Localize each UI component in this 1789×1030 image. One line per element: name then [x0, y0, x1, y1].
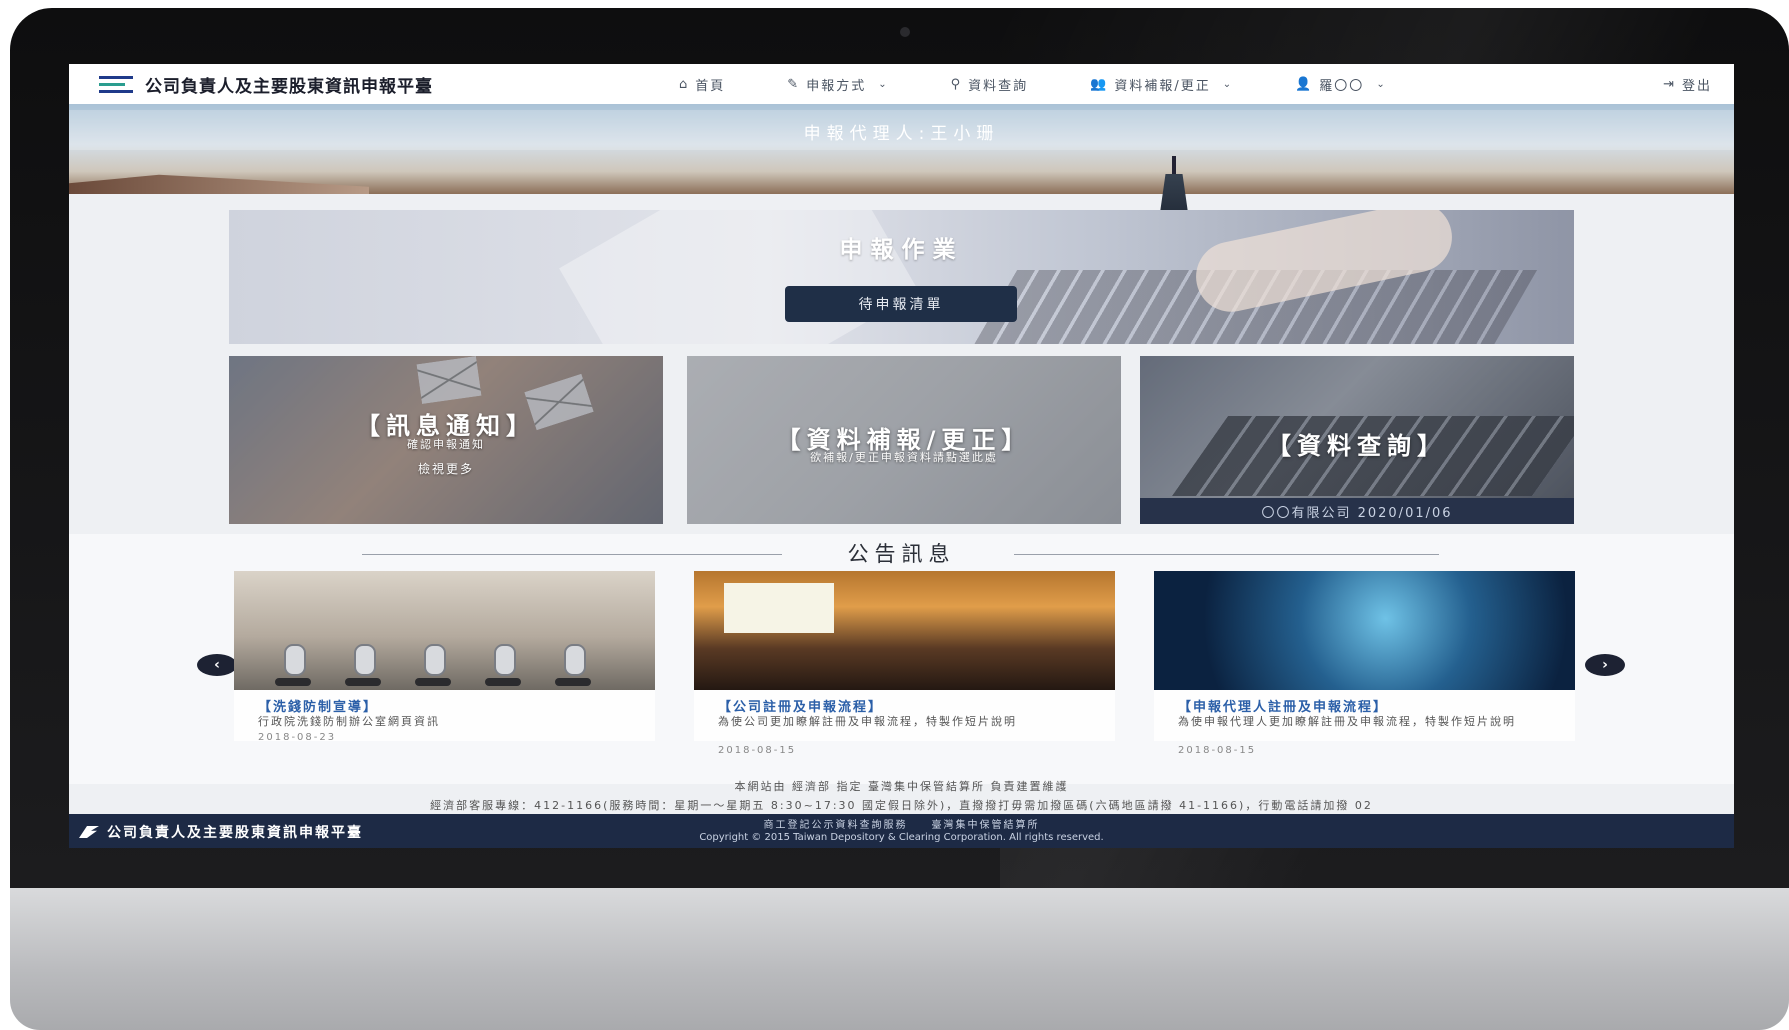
announcement-description: 為使申報代理人更加瞭解註冊及申報流程，特製作短片說明: [1178, 715, 1516, 728]
webcam: [900, 27, 910, 37]
pencil-icon: ✎: [787, 76, 801, 92]
mic-stand: [345, 678, 381, 686]
logout-button[interactable]: ⇥ 登出: [1663, 64, 1712, 104]
chevron-down-icon: ⌄: [878, 78, 889, 90]
announcement-card[interactable]: 【申報代理人註冊及申報流程】 為使申報代理人更加瞭解註冊及申報流程，特製作短片說…: [1154, 571, 1575, 756]
nav-filing-method[interactable]: ✎ 申報方式 ⌄: [787, 75, 888, 94]
screen: 公司負責人及主要股東資訊申報平臺 ⌂ 首頁 ✎ 申報方式 ⌄ ⚲ 資料查詢 👥 …: [69, 64, 1734, 848]
nav-data-query-label: 資料查詢: [968, 78, 1029, 94]
mic-stand: [485, 678, 521, 686]
tile-notifications-subtitle: 確認申報通知: [407, 438, 485, 451]
pending-filings-button[interactable]: 待申報清單: [785, 286, 1017, 322]
mic-shape: [415, 678, 451, 686]
nav-data-query[interactable]: ⚲ 資料查詢: [951, 75, 1029, 94]
announcement-date: 2018-08-23: [258, 732, 337, 743]
filing-operations-title: 申報作業: [839, 237, 964, 263]
announcement-title[interactable]: 【公司註冊及申報流程】: [718, 696, 883, 715]
chevron-down-icon: ⌄: [1222, 78, 1234, 90]
filing-agent-label: 申報代理人:王小珊: [803, 124, 1000, 144]
user-icon: 👤: [1295, 76, 1314, 92]
logout-icon: ⇥: [1663, 76, 1676, 92]
mic-shape: [354, 644, 376, 676]
nav-filing-method-label: 申報方式: [806, 78, 867, 94]
conference-image: [694, 571, 1115, 690]
site-brand[interactable]: 公司負責人及主要股東資訊申報平臺: [145, 72, 433, 97]
announcements-title: 公告訊息: [847, 542, 956, 566]
footer-maintainer-text: 本網站由 經濟部 指定 臺灣集中保管結算所 負責建置維護: [734, 780, 1069, 793]
nav-user-name: 羅〇〇: [1319, 78, 1365, 94]
network-tablet-image: [1154, 571, 1575, 690]
home-icon: ⌂: [679, 76, 690, 92]
nav-home-label: 首頁: [695, 78, 726, 94]
mic-stand: [275, 678, 311, 686]
footer-hotline-text: 經濟部客服專線：412-1166(服務時間：星期一～星期五 8:30~17:30…: [430, 799, 1373, 812]
company-date-label: 〇〇有限公司 2020/01/06: [1140, 498, 1574, 524]
tile-data-query-title: 【資料查詢】: [1267, 432, 1447, 460]
announcement-description: 為使公司更加瞭解註冊及申報流程，特製作短片說明: [718, 715, 1017, 728]
search-icon: ⚲: [950, 76, 963, 92]
filing-operations-panel: 申報作業 待申報清單: [229, 210, 1574, 344]
microphones-image: [234, 571, 655, 690]
tile-data-correction-subtitle: 欲補報/更正申報資料請點選此處: [810, 451, 998, 464]
mic-shape: [284, 644, 306, 676]
carousel-next-button[interactable]: ›: [1585, 654, 1625, 676]
footer-links[interactable]: 商工登記公示資料查詢服務 臺灣集中保管結算所: [69, 816, 1734, 831]
users-icon: 👥: [1090, 76, 1109, 92]
tile-notifications[interactable]: 【訊息通知】 確認申報通知 檢視更多: [229, 356, 663, 524]
nav-user-account[interactable]: 👤 羅〇〇 ⌄: [1295, 75, 1387, 94]
announcement-card[interactable]: 【公司註冊及申報流程】 為使公司更加瞭解註冊及申報流程，特製作短片說明 2018…: [694, 571, 1115, 756]
announcement-date: 2018-08-15: [718, 745, 797, 756]
logout-label: 登出: [1681, 78, 1712, 94]
nav-data-correction[interactable]: 👥 資料補報/更正 ⌄: [1090, 75, 1233, 94]
nav-menu: ⌂ 首頁 ✎ 申報方式 ⌄ ⚲ 資料查詢 👥 資料補報/更正 ⌄ 👤 羅〇〇 ⌄: [679, 64, 1449, 104]
announcement-description: 行政院洗錢防制辦公室網頁資訊: [258, 715, 440, 728]
banner-hills: [69, 174, 369, 194]
announcement-title[interactable]: 【申報代理人註冊及申報流程】: [1178, 696, 1388, 715]
mic-stand: [555, 678, 591, 686]
chevron-down-icon: ⌄: [1376, 78, 1387, 90]
projector-screen: [724, 583, 834, 633]
mic-shape: [424, 644, 446, 676]
tile-data-correction[interactable]: 【資料補報/更正】 欲補報/更正申報資料請點選此處: [687, 356, 1121, 524]
mic-shape: [494, 644, 516, 676]
footer-copyright: Copyright © 2015 Taiwan Depository & Cle…: [699, 832, 1104, 843]
announcement-card[interactable]: 【洗錢防制宣導】 行政院洗錢防制辦公室網頁資訊 2018-08-23: [234, 571, 655, 743]
carousel-prev-button[interactable]: ‹: [197, 654, 237, 676]
menu-icon[interactable]: [99, 75, 133, 93]
footer-bar: 公司負責人及主要股東資訊申報平臺 商工登記公示資料查詢服務 臺灣集中保管結算所 …: [69, 814, 1734, 848]
announcement-title[interactable]: 【洗錢防制宣導】: [258, 696, 378, 715]
mic-shape: [564, 644, 586, 676]
nav-home[interactable]: ⌂ 首頁: [679, 75, 725, 94]
view-more-link[interactable]: 檢視更多: [229, 460, 663, 477]
top-navbar: 公司負責人及主要股東資訊申報平臺 ⌂ 首頁 ✎ 申報方式 ⌄ ⚲ 資料查詢 👥 …: [69, 64, 1734, 105]
tile-data-query[interactable]: 【資料查詢】 〇〇有限公司 2020/01/06: [1140, 356, 1574, 524]
nav-data-correction-label: 資料補報/更正: [1114, 78, 1211, 94]
monitor-chin: [10, 888, 1789, 1030]
announcement-date: 2018-08-15: [1178, 745, 1257, 756]
